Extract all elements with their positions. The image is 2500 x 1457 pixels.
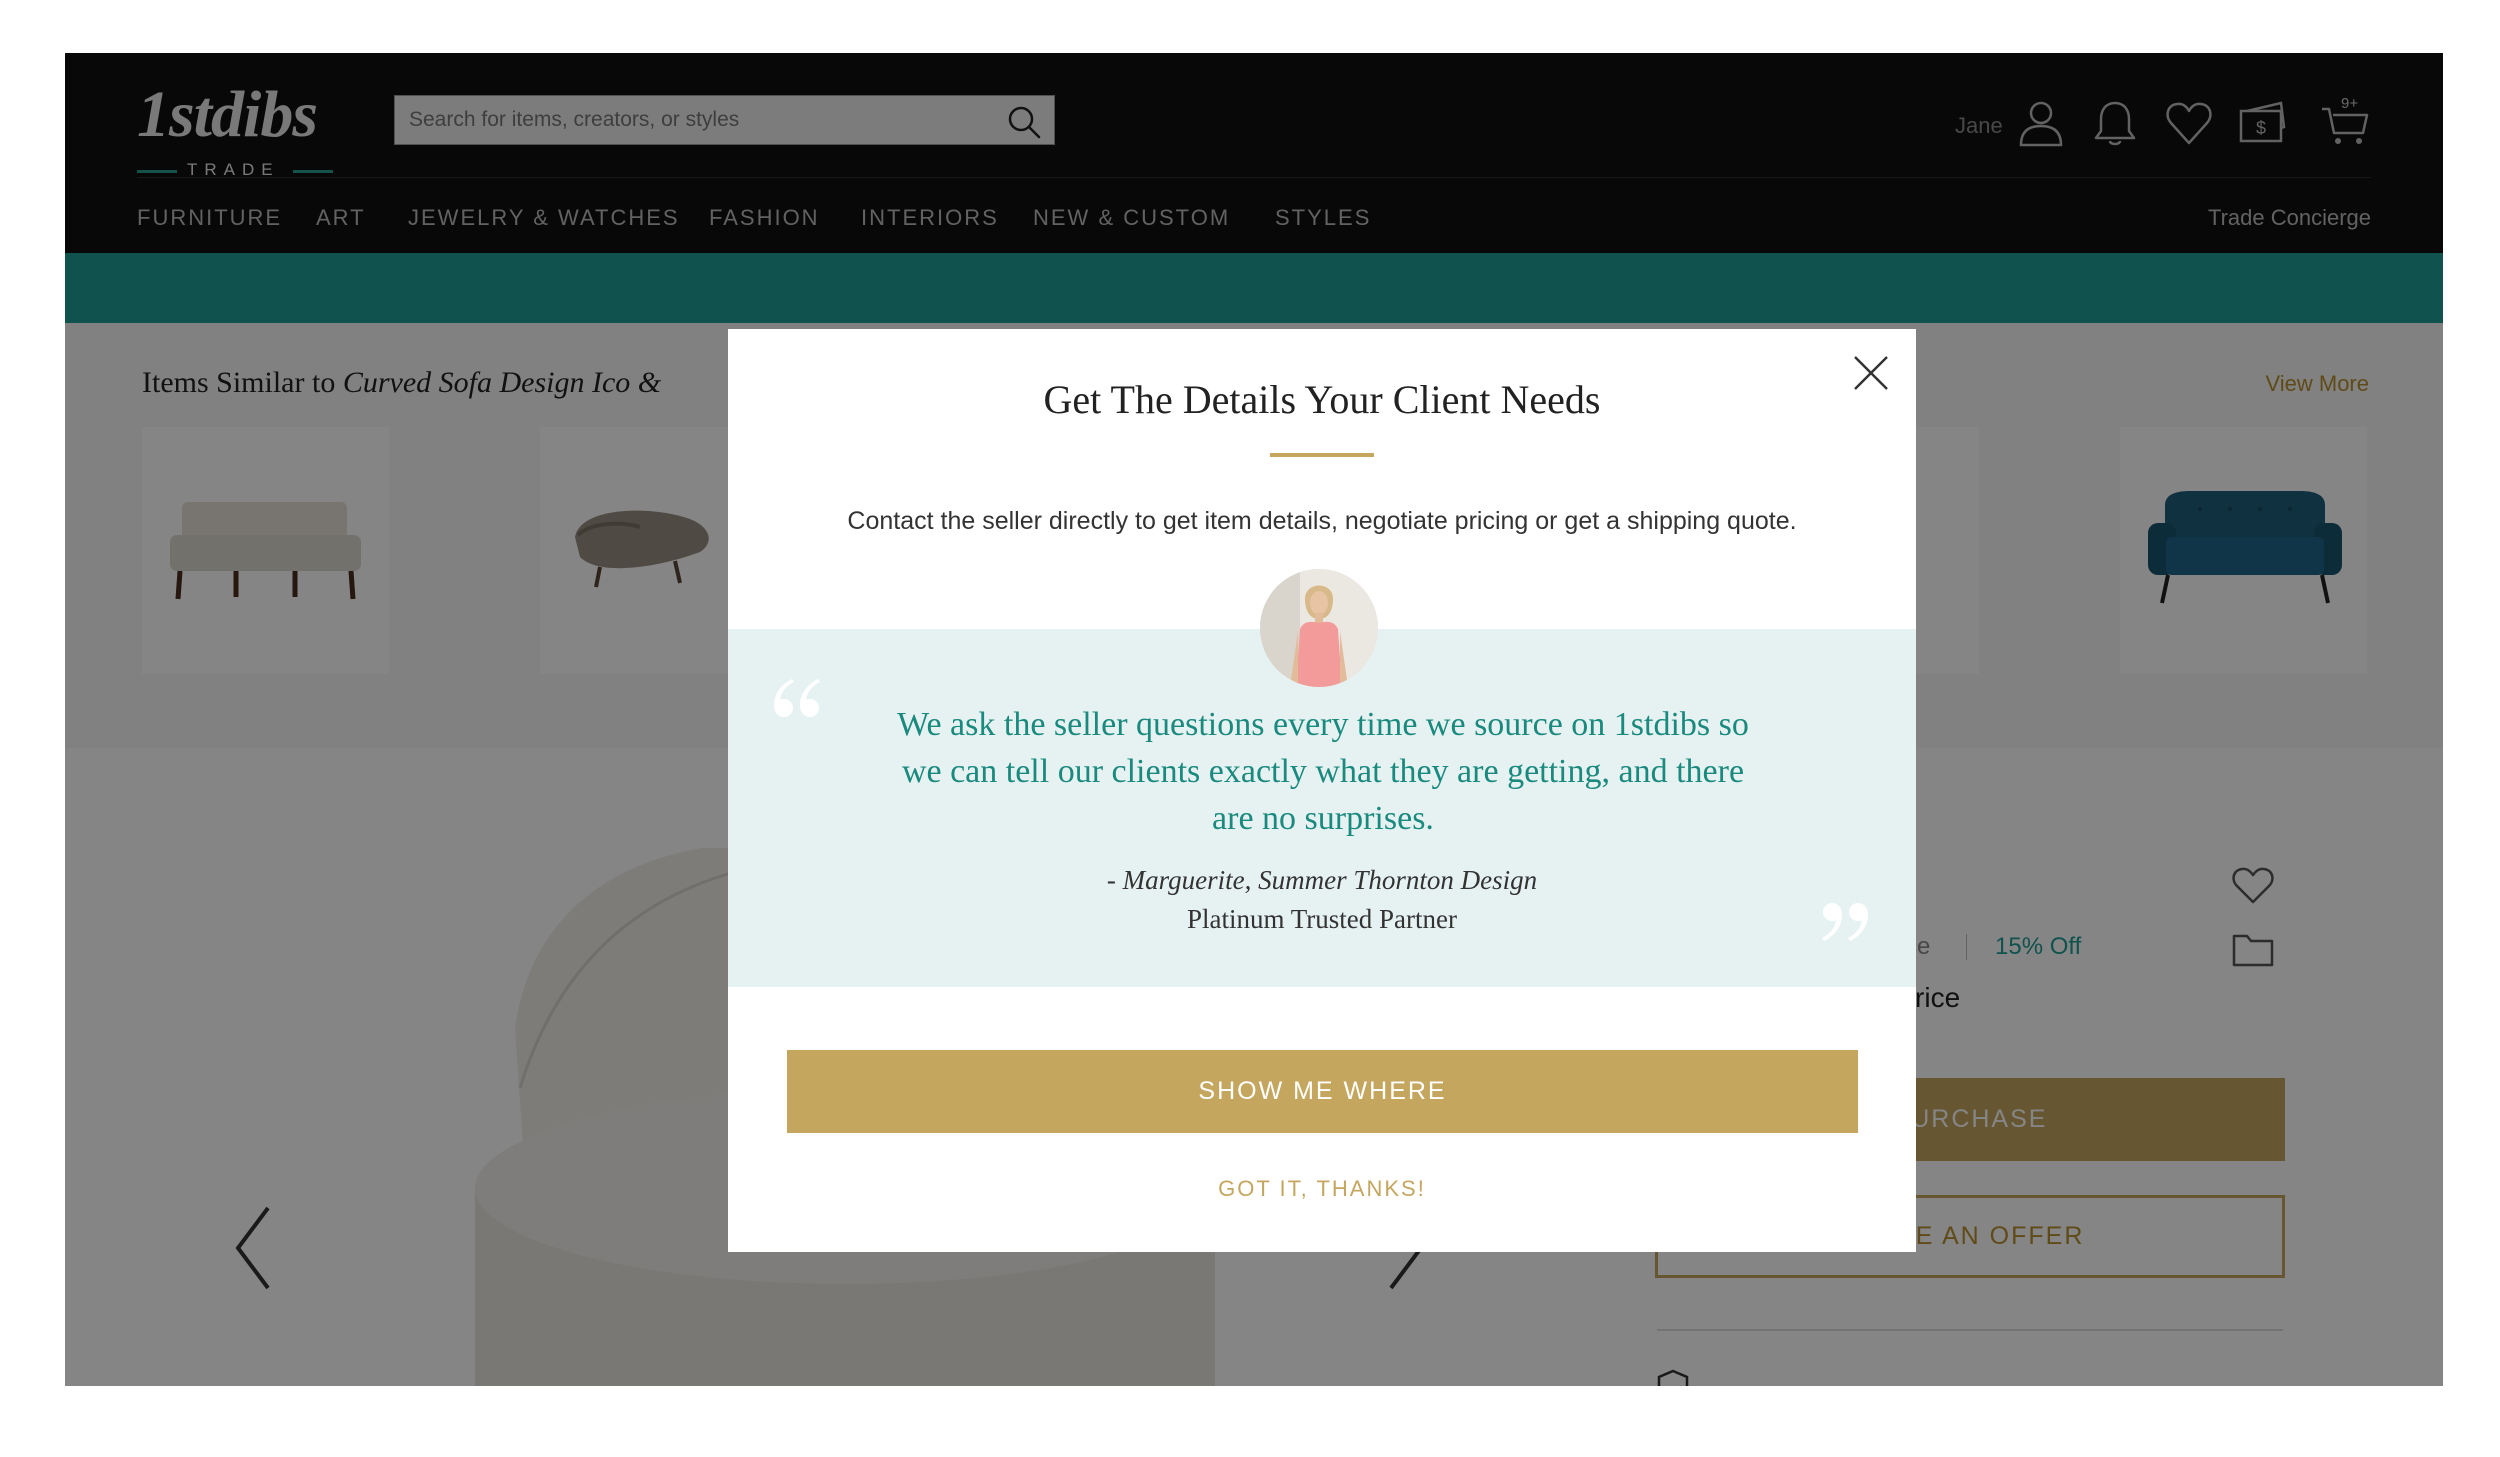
show-me-where-button[interactable]: SHOW ME WHERE — [787, 1050, 1858, 1133]
testimonial-author-role: Platinum Trusted Partner — [1186, 904, 1457, 934]
testimonial-avatar — [1260, 569, 1378, 687]
modal-description: Contact the seller directly to get item … — [847, 507, 1797, 535]
dismiss-link[interactable]: GOT IT, THANKS! — [728, 1174, 1916, 1204]
testimonial-quote: We ask the seller questions every time w… — [897, 706, 1749, 837]
close-quote-icon — [1822, 903, 1868, 941]
testimonial-author: - Marguerite, Summer Thornton Design — [1106, 865, 1538, 895]
modal-title: Get The Details Your Client Needs — [1043, 377, 1601, 422]
app-frame: 1stdibs TRADE Jane $ — [65, 53, 2443, 1386]
open-quote-icon — [774, 679, 820, 717]
person-photo — [1260, 569, 1378, 687]
modal-dialog: Get The Details Your Client Needs Contac… — [728, 329, 1916, 1252]
title-underline — [1270, 453, 1374, 457]
